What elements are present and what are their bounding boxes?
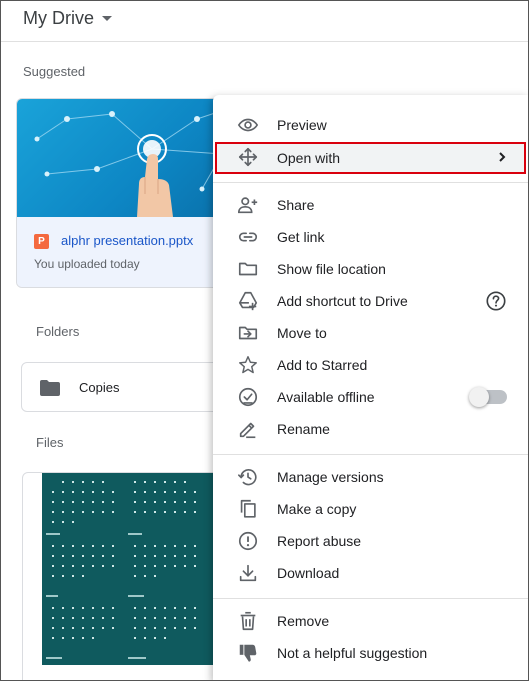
- menu-item-add-shortcut[interactable]: Add shortcut to Drive: [213, 286, 529, 316]
- menu-item-add-to-starred[interactable]: Add to Starred: [213, 350, 529, 380]
- toggle-knob: [469, 387, 489, 407]
- folder-icon: [238, 262, 258, 276]
- menu-item-not-helpful[interactable]: Not a helpful suggestion: [213, 638, 529, 668]
- presentation-thumbnail: [17, 99, 235, 217]
- context-menu: Preview Open with Share Get link Show fi…: [213, 95, 529, 681]
- offline-check-icon: [238, 387, 258, 407]
- menu-item-make-a-copy[interactable]: Make a copy: [213, 494, 529, 524]
- folder-name: Copies: [79, 380, 120, 395]
- menu-item-label: Preview: [277, 117, 327, 133]
- help-icon[interactable]: [485, 290, 507, 312]
- history-icon: [238, 469, 257, 486]
- menu-item-label: Add to Starred: [277, 357, 368, 373]
- calendar-thumbnail: [42, 473, 236, 665]
- menu-item-move-to[interactable]: Move to: [213, 318, 529, 348]
- menu-item-show-file-location[interactable]: Show file location: [213, 254, 529, 284]
- menu-item-label: Download: [277, 565, 340, 581]
- trash-icon: [240, 611, 256, 631]
- menu-item-remove[interactable]: Remove: [213, 606, 529, 636]
- folder-icon: [40, 380, 60, 396]
- menu-item-available-offline[interactable]: Available offline: [213, 382, 529, 412]
- download-icon: [239, 564, 257, 582]
- report-icon: [238, 531, 258, 551]
- menu-divider: [213, 454, 529, 455]
- menu-divider: [213, 182, 529, 183]
- menu-item-label: Share: [277, 197, 315, 213]
- menu-item-label: Manage versions: [277, 469, 384, 485]
- suggested-heading: Suggested: [23, 64, 86, 79]
- menu-divider: [213, 598, 529, 599]
- folder-card[interactable]: Copies: [21, 362, 241, 412]
- menu-item-label: Remove: [277, 613, 330, 629]
- files-heading: Files: [36, 435, 64, 450]
- header: My Drive: [0, 0, 529, 42]
- menu-item-label: Add shortcut to Drive: [277, 293, 408, 309]
- menu-item-manage-versions[interactable]: Manage versions: [213, 462, 529, 492]
- move-arrows-icon: [238, 147, 258, 167]
- menu-item-report-abuse[interactable]: Report abuse: [213, 526, 529, 556]
- folders-heading: Folders: [36, 324, 80, 339]
- menu-item-download[interactable]: Download: [213, 558, 529, 588]
- menu-item-preview[interactable]: Preview: [213, 110, 529, 140]
- star-icon: [239, 356, 257, 374]
- drive-shortcut-icon: [238, 291, 258, 311]
- menu-item-label: Available offline: [277, 389, 375, 405]
- file-name[interactable]: alphr presentation.pptx: [61, 233, 193, 248]
- menu-item-label: Open with: [277, 150, 341, 166]
- pencil-icon: [239, 422, 256, 439]
- file-subtitle: You uploaded today: [34, 257, 140, 271]
- menu-item-get-link[interactable]: Get link: [213, 222, 529, 252]
- thumbs-down-icon: [239, 644, 257, 662]
- file-info: P alphr presentation.pptx You uploaded t…: [17, 217, 235, 287]
- offline-toggle[interactable]: [469, 387, 507, 407]
- menu-item-label: Not a helpful suggestion: [277, 645, 428, 661]
- person-add-icon: [238, 197, 258, 214]
- copy-icon: [240, 499, 256, 518]
- chevron-down-icon[interactable]: [102, 16, 112, 21]
- menu-item-share[interactable]: Share: [213, 190, 529, 220]
- eye-icon: [237, 118, 259, 132]
- file-card[interactable]: [22, 472, 237, 681]
- move-to-folder-icon: [238, 326, 258, 340]
- menu-item-open-with[interactable]: Open with: [215, 142, 526, 174]
- menu-item-label: Show file location: [277, 261, 386, 277]
- menu-item-label: Report abuse: [277, 533, 362, 549]
- powerpoint-icon: P: [34, 234, 49, 249]
- menu-item-label: Get link: [277, 229, 325, 245]
- chevron-right-icon: [499, 152, 506, 162]
- menu-item-label: Rename: [277, 421, 330, 437]
- link-icon: [238, 232, 258, 242]
- menu-item-rename[interactable]: Rename: [213, 414, 529, 444]
- menu-item-label: Move to: [277, 325, 327, 341]
- page-title[interactable]: My Drive: [23, 8, 94, 29]
- suggested-file-card[interactable]: P alphr presentation.pptx You uploaded t…: [16, 98, 236, 288]
- menu-item-label: Make a copy: [277, 501, 357, 517]
